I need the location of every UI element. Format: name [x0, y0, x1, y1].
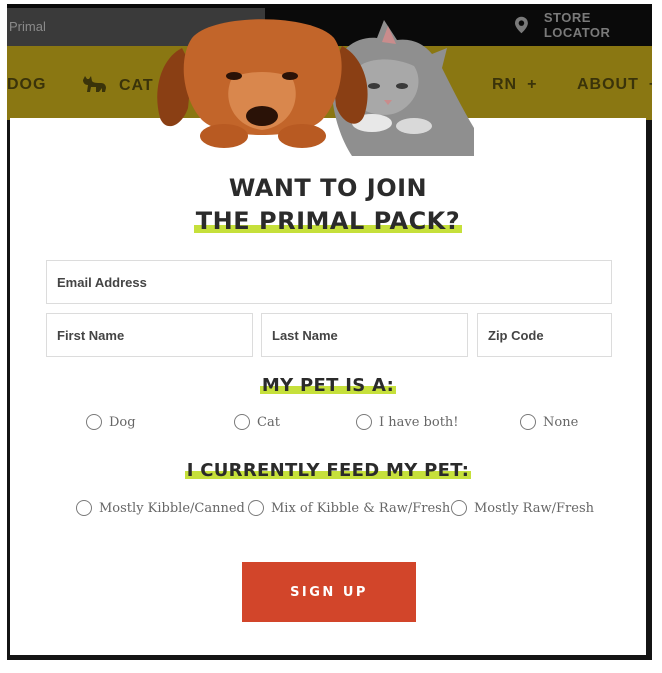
- email-field[interactable]: [46, 260, 612, 304]
- feed-option-mix[interactable]: Mix of Kibble & Raw/Fresh: [248, 500, 450, 516]
- nav-item-cat[interactable]: CAT: [81, 76, 154, 95]
- pet-option-none[interactable]: None: [520, 414, 578, 430]
- dog-illustration: [157, 19, 368, 148]
- nav-item-cat-label: CAT: [119, 77, 154, 94]
- feed-option-label: Mostly Raw/Fresh: [474, 500, 594, 516]
- title-line-2: THE PRIMAL PACK?: [193, 207, 463, 235]
- radio-button[interactable]: [76, 500, 92, 516]
- map-pin-icon: [515, 16, 528, 34]
- dog-and-cat-image: [157, 19, 474, 156]
- radio-button[interactable]: [356, 414, 372, 430]
- title-line-1: WANT TO JOIN: [228, 174, 428, 202]
- radio-button[interactable]: [520, 414, 536, 430]
- modal-title: WANT TO JOIN THE PRIMAL PACK?: [10, 172, 646, 238]
- pet-option-both[interactable]: I have both!: [356, 414, 459, 430]
- cat-silhouette-icon: [83, 76, 106, 92]
- store-locator-link[interactable]: STORE LOCATOR: [515, 4, 652, 46]
- nav-expand-icon: +: [649, 76, 652, 93]
- feed-option-label: Mix of Kibble & Raw/Fresh: [271, 500, 451, 516]
- last-name-field[interactable]: [261, 313, 468, 357]
- pet-option-label: None: [543, 414, 579, 430]
- nav-expand-icon: +: [527, 76, 538, 93]
- feed-option-raw[interactable]: Mostly Raw/Fresh: [451, 500, 594, 516]
- pet-option-label: I have both!: [379, 414, 459, 430]
- nav-item-about-label: ABOUT: [577, 76, 639, 93]
- radio-button[interactable]: [86, 414, 102, 430]
- feed-option-label: Mostly Kibble/Canned: [99, 500, 245, 516]
- store-locator-label: STORE LOCATOR: [543, 10, 611, 40]
- pet-option-cat[interactable]: Cat: [234, 414, 280, 430]
- nav-item-dog[interactable]: DOG: [7, 76, 46, 94]
- feed-option-kibble[interactable]: Mostly Kibble/Canned: [76, 500, 245, 516]
- nav-item-learn[interactable]: RN +: [492, 76, 537, 94]
- pet-option-dog[interactable]: Dog: [86, 414, 136, 430]
- feed-type-heading: I CURRENTLY FEED MY PET:: [10, 460, 646, 481]
- first-name-field[interactable]: [46, 313, 253, 357]
- radio-button[interactable]: [451, 500, 467, 516]
- sign-up-button[interactable]: SIGN UP: [242, 562, 416, 622]
- pet-option-label: Dog: [109, 414, 136, 430]
- zip-code-field[interactable]: [477, 313, 612, 357]
- pet-type-heading-text: MY PET IS A:: [259, 375, 397, 396]
- pet-option-label: Cat: [257, 414, 280, 430]
- nav-item-learn-label: RN: [492, 76, 518, 93]
- radio-button[interactable]: [234, 414, 250, 430]
- radio-button[interactable]: [248, 500, 264, 516]
- feed-type-heading-text: I CURRENTLY FEED MY PET:: [184, 460, 472, 481]
- nav-item-about[interactable]: ABOUT +: [577, 76, 652, 94]
- pet-type-heading: MY PET IS A:: [10, 375, 646, 396]
